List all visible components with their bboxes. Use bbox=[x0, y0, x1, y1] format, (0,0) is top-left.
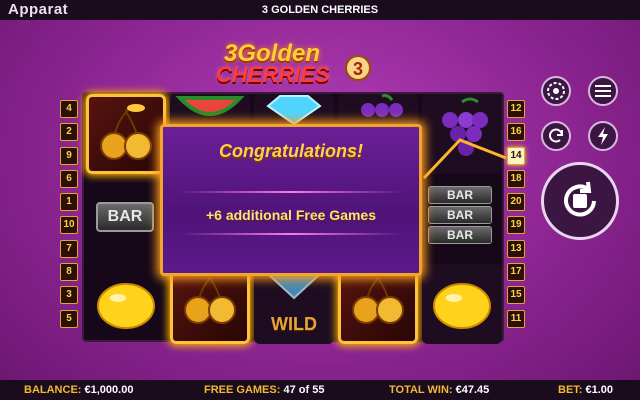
free-games-label: FREE GAMES: bbox=[204, 384, 281, 396]
popup-message: +6 additional Free Games bbox=[205, 207, 376, 223]
chip-settings-button[interactable] bbox=[541, 76, 571, 106]
turbo-button[interactable] bbox=[588, 121, 618, 151]
payline-number: 6 bbox=[60, 169, 78, 188]
payline-numbers-left: 4 2 9 6 1 10 7 8 3 5 bbox=[60, 100, 78, 333]
payline-number: 8 bbox=[60, 263, 78, 282]
popup-title: Congratulations! bbox=[219, 141, 363, 161]
payline-indicator bbox=[422, 138, 507, 180]
turbo-icon bbox=[598, 127, 608, 145]
autoplay-icon bbox=[549, 128, 563, 143]
free-games-value: 47 of 55 bbox=[283, 384, 325, 396]
payline-number: 9 bbox=[60, 146, 78, 165]
payline-number: 3 bbox=[60, 286, 78, 305]
payline-number: 19 bbox=[507, 216, 525, 235]
payline-number: 1 bbox=[60, 193, 78, 212]
balance-value: €1,000.00 bbox=[84, 384, 134, 396]
spin-button[interactable] bbox=[541, 162, 619, 240]
payline-number: 11 bbox=[507, 309, 525, 328]
win-popup: Congratulations! +6 additional Free Game… bbox=[160, 124, 422, 276]
chip-settings-icon bbox=[547, 82, 565, 100]
symbol-cherries bbox=[86, 94, 166, 174]
cherries-icon bbox=[352, 277, 404, 324]
payline-number: 20 bbox=[507, 193, 525, 212]
cherries-icon bbox=[184, 277, 236, 324]
game-logo: 3Golden CHERRIES 3 bbox=[210, 40, 371, 90]
payline-number: 13 bbox=[507, 239, 525, 258]
logo-badge-icon: 3 bbox=[345, 55, 371, 81]
symbol-lemon bbox=[422, 264, 502, 344]
total-win-value: €47.45 bbox=[455, 384, 490, 396]
free-games-display: FREE GAMES: 47 of 55 bbox=[204, 384, 324, 396]
total-win-label: TOTAL WIN: bbox=[389, 384, 453, 396]
payline-number: 2 bbox=[60, 123, 78, 142]
bet-value: €1.00 bbox=[585, 384, 614, 396]
wild-label: WILD bbox=[271, 314, 317, 334]
symbol-bar: BAR bbox=[428, 226, 492, 244]
logo-line-2: CHERRIES bbox=[216, 62, 330, 87]
payline-number: 5 bbox=[60, 309, 78, 328]
menu-button[interactable] bbox=[588, 76, 618, 106]
lemon-icon bbox=[97, 283, 155, 329]
payline-number: 10 bbox=[60, 216, 78, 235]
cherries-icon bbox=[100, 104, 152, 160]
symbol-bar: BAR bbox=[428, 186, 492, 204]
grapes-icon bbox=[361, 94, 403, 117]
symbol-lemon bbox=[86, 264, 166, 344]
payline-number: 7 bbox=[60, 239, 78, 258]
watermelon-icon bbox=[175, 96, 245, 116]
diamond-icon bbox=[266, 95, 322, 126]
bet-display: BET: €1.00 bbox=[558, 384, 613, 396]
lemon-icon bbox=[433, 283, 491, 329]
symbol-bar: BAR bbox=[96, 202, 154, 232]
payline-number: 15 bbox=[507, 286, 525, 305]
bottom-bar: BALANCE: €1,000.00 FREE GAMES: 47 of 55 … bbox=[0, 380, 640, 400]
payline-number: 4 bbox=[60, 100, 78, 118]
balance-display: BALANCE: €1,000.00 bbox=[24, 384, 133, 396]
symbol-cherries bbox=[338, 264, 418, 344]
balance-label: BALANCE: bbox=[24, 384, 82, 396]
payline-number: 17 bbox=[507, 263, 525, 282]
popup-divider bbox=[179, 191, 403, 193]
autoplay-button[interactable] bbox=[541, 121, 571, 151]
symbol-wild: WILD bbox=[254, 263, 334, 344]
svg-text:3: 3 bbox=[353, 59, 363, 79]
spin-icon bbox=[564, 181, 596, 217]
top-bar: Apparat 3 GOLDEN CHERRIES bbox=[0, 0, 640, 20]
game-title: 3 GOLDEN CHERRIES bbox=[261, 4, 379, 16]
total-win-display: TOTAL WIN: €47.45 bbox=[389, 384, 489, 396]
symbol-cherries bbox=[170, 264, 250, 344]
bet-label: BET: bbox=[558, 384, 583, 396]
menu-icon bbox=[595, 85, 611, 97]
symbol-bar: BAR bbox=[428, 206, 492, 224]
popup-divider bbox=[179, 233, 403, 235]
payline-number: 12 bbox=[507, 100, 525, 118]
